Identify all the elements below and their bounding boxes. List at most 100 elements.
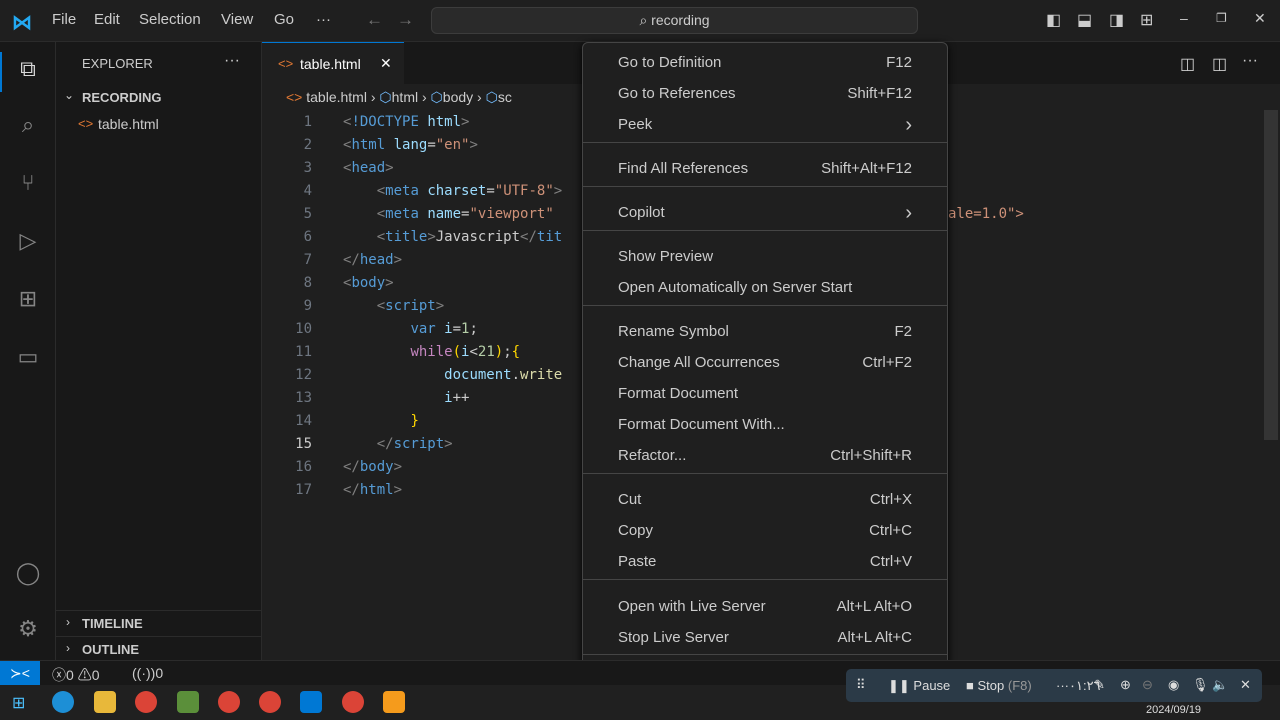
- remote-indicator-icon[interactable]: ≻<: [0, 661, 40, 686]
- edge-icon[interactable]: [52, 691, 74, 713]
- menu-item-shortcut: Shift+F12: [847, 85, 912, 102]
- code-content[interactable]: <!DOCTYPE html> <html lang="en"> <head> …: [343, 111, 562, 502]
- breadcrumb-item[interactable]: html: [392, 89, 418, 105]
- menu-item-find-all-references[interactable]: Find All References Shift+Alt+F12: [588, 155, 942, 183]
- element-icon: ⬡: [430, 89, 443, 105]
- menu-item-copy[interactable]: Copy Ctrl+C: [588, 517, 942, 545]
- chrome-icon[interactable]: [259, 691, 281, 713]
- split-editor-icon[interactable]: ◫: [1212, 54, 1227, 74]
- breadcrumb-item[interactable]: body: [443, 89, 473, 105]
- menu-item-open-automatically-on-server-start[interactable]: Open Automatically on Server Start: [588, 274, 942, 302]
- menu-item-change-all-occurrences[interactable]: Change All Occurrences Ctrl+F2: [588, 349, 942, 377]
- close-tab-icon[interactable]: ✕: [380, 55, 392, 72]
- menu-item-show-preview[interactable]: Show Preview: [588, 243, 942, 271]
- warning-count: 0: [91, 667, 100, 683]
- problems-indicator[interactable]: ⓧ0 ⚠0: [52, 665, 99, 685]
- menu-item-copilot[interactable]: Copilot ›: [588, 199, 942, 227]
- search-view-icon[interactable]: ⌕: [14, 112, 42, 140]
- drag-handle-icon[interactable]: ⠿: [856, 677, 866, 693]
- stop-button[interactable]: ■ Stop (F8): [966, 678, 1032, 693]
- line-number: 15: [295, 436, 312, 452]
- open-preview-icon[interactable]: ◫: [1180, 54, 1195, 74]
- menu-item-cut[interactable]: Cut Ctrl+X: [588, 486, 942, 514]
- customize-layout-icon[interactable]: ⊞: [1140, 10, 1153, 30]
- app-icon[interactable]: [177, 691, 199, 713]
- explorer-icon[interactable]: ⧉: [14, 56, 42, 84]
- zoom-out-icon[interactable]: ⊖: [1142, 677, 1153, 693]
- editor-scrollbar[interactable]: [1264, 110, 1278, 440]
- menu-item-refactor[interactable]: Refactor... Ctrl+Shift+R: [588, 442, 942, 470]
- activity-bar: ⧉ ⌕ ⑂ ▷ ⊞ ▭ ◯ ⚙: [0, 42, 56, 660]
- remote-explorer-icon[interactable]: ▭: [14, 344, 42, 372]
- pause-icon: ❚❚: [888, 678, 910, 693]
- breadcrumb-item[interactable]: sc: [498, 89, 512, 105]
- line-number: 11: [295, 344, 312, 360]
- tab-table-html[interactable]: <> table.html ✕: [262, 42, 404, 84]
- pen-icon[interactable]: ✎: [1094, 677, 1105, 693]
- chrome-icon[interactable]: [135, 691, 157, 713]
- menu-item-format-document[interactable]: Format Document: [588, 380, 942, 408]
- extensions-icon[interactable]: ⊞: [14, 286, 42, 314]
- menu-item-stop-live-server[interactable]: Stop Live Server Alt+L Alt+C: [588, 624, 942, 652]
- error-count: 0: [66, 667, 74, 683]
- menu-item-format-document-with[interactable]: Format Document With...: [588, 411, 942, 439]
- source-control-icon[interactable]: ⑂: [14, 170, 42, 198]
- restore-icon[interactable]: ❐: [1216, 11, 1227, 25]
- ports-indicator[interactable]: ((·))0: [132, 665, 163, 681]
- more-actions-icon[interactable]: ···: [1242, 52, 1258, 70]
- close-window-icon[interactable]: ✕: [1254, 10, 1266, 27]
- menu-item-shortcut: Ctrl+C: [869, 522, 912, 539]
- toggle-sidebar-icon[interactable]: ◧: [1046, 10, 1061, 30]
- menu-edit[interactable]: Edit: [94, 11, 120, 28]
- menu-more[interactable]: ···: [316, 11, 331, 28]
- outline-section[interactable]: › OUTLINE: [56, 636, 262, 658]
- file-table-html[interactable]: <> table.html: [56, 114, 262, 136]
- pause-button[interactable]: ❚❚ Pause: [888, 678, 950, 694]
- toggle-secondary-sidebar-icon[interactable]: ◨: [1109, 10, 1124, 30]
- forward-arrow-icon[interactable]: →: [397, 10, 414, 30]
- minimize-icon[interactable]: –: [1180, 10, 1188, 26]
- menu-view[interactable]: View: [221, 11, 253, 28]
- menu-item-open-with-live-server[interactable]: Open with Live Server Alt+L Alt+O: [588, 593, 942, 621]
- menu-separator: [583, 654, 947, 655]
- command-center-search[interactable]: ⌕ recording: [431, 7, 918, 34]
- chevron-right-icon: ›: [905, 202, 912, 224]
- menu-item-go-to-definition[interactable]: Go to Definition F12: [588, 49, 942, 77]
- run-debug-icon[interactable]: ▷: [14, 228, 42, 256]
- menu-go[interactable]: Go: [274, 11, 294, 28]
- webcam-icon[interactable]: ◉: [1168, 677, 1179, 693]
- windows-start-icon[interactable]: ⊞: [12, 693, 25, 713]
- search-icon: ⌕: [639, 12, 652, 28]
- chrome-icon[interactable]: [342, 691, 364, 713]
- folder-recording[interactable]: ⌄ RECORDING: [56, 86, 262, 108]
- breadcrumb: <> table.html › ⬡html › ⬡body › ⬡sc: [286, 89, 512, 105]
- accounts-icon[interactable]: ◯: [14, 560, 42, 588]
- menu-item-label: Peek: [618, 116, 653, 133]
- breadcrumb-item[interactable]: table.html: [306, 89, 367, 105]
- close-recorder-icon[interactable]: ✕: [1240, 677, 1251, 693]
- microphone-icon[interactable]: 🎙: [1192, 677, 1209, 693]
- menu-item-go-to-references[interactable]: Go to References Shift+F12: [588, 80, 942, 108]
- toggle-panel-icon[interactable]: ⬓: [1077, 10, 1092, 30]
- back-arrow-icon[interactable]: ←: [366, 10, 383, 30]
- menu-item-paste[interactable]: Paste Ctrl+V: [588, 548, 942, 576]
- vscode-taskbar-icon[interactable]: [300, 691, 322, 713]
- menu-file[interactable]: File: [52, 11, 76, 28]
- timeline-section[interactable]: › TIMELINE: [56, 610, 262, 632]
- menu-item-shortcut: Ctrl+V: [869, 553, 912, 570]
- menu-item-label: Change All Occurrences: [618, 354, 780, 371]
- clock-date[interactable]: 2024/09/19: [1146, 704, 1201, 716]
- menu-item-rename-symbol[interactable]: Rename Symbol F2: [588, 318, 942, 346]
- menu-item-label: Go to Definition: [618, 54, 722, 71]
- menu-selection[interactable]: Selection: [139, 11, 201, 28]
- speaker-icon[interactable]: 🔈: [1212, 677, 1228, 693]
- menu-item-peek[interactable]: Peek ›: [588, 111, 942, 139]
- more-actions-icon[interactable]: ···: [224, 52, 240, 70]
- search-text: recording: [651, 12, 710, 28]
- file-explorer-icon[interactable]: [94, 691, 116, 713]
- menu-item-shortcut: Shift+Alt+F12: [821, 160, 912, 177]
- settings-gear-icon[interactable]: ⚙: [14, 616, 42, 644]
- recorder-app-icon[interactable]: [383, 691, 405, 713]
- chrome-icon[interactable]: [218, 691, 240, 713]
- zoom-in-icon[interactable]: ⊕: [1120, 677, 1131, 693]
